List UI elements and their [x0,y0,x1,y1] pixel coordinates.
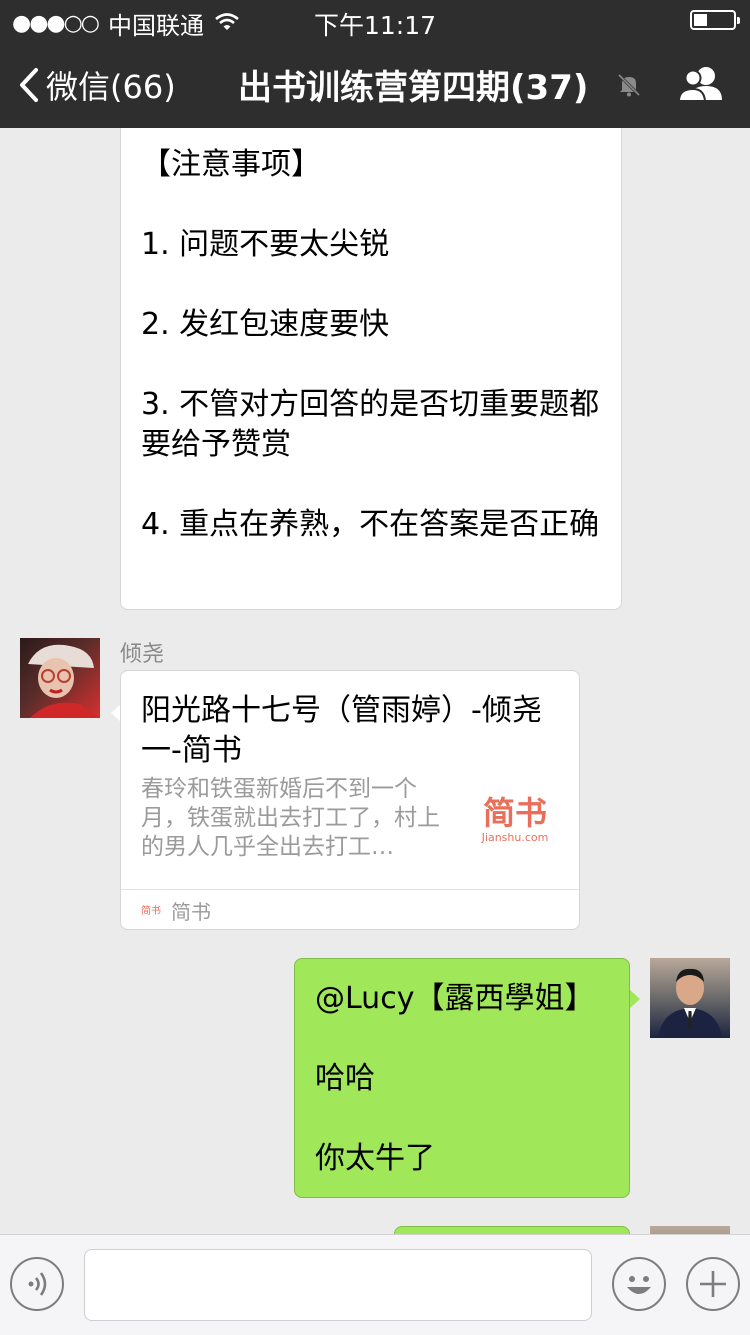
reply-message[interactable]: @Lucy【露西學姐】 哈哈 你太牛了 [294,958,630,1198]
notice-line: 2. 发红包速度要快 [141,307,390,342]
card-footer: 简书 简书 [121,889,579,930]
card-title: 阳光路十七号（管雨婷）-倾尧一-简书 [141,693,542,768]
top-bar: ●●●○○ 中国联通 下午11:17 微信(66) 出书训练营第四期(37) [0,0,750,128]
voice-button[interactable] [10,1257,64,1311]
chevron-left-icon [20,68,38,102]
reply-line: @Lucy【露西學姐】 [315,981,595,1016]
emoji-button[interactable] [612,1257,666,1311]
message-input[interactable] [84,1249,592,1321]
card-source: 简书 [171,900,211,924]
link-card[interactable]: 阳光路十七号（管雨婷）-倾尧一-简书 春玲和铁蛋新婚后不到一个月，铁蛋就出去打工… [120,670,580,930]
partial-message[interactable] [394,1226,630,1234]
bubble-tail [630,990,640,1008]
voice-icon [28,1272,47,1296]
back-button[interactable]: 微信(66) [18,62,176,108]
battery-fill [694,14,707,26]
notice-message[interactable]: 【注意事项】 1. 问题不要太尖锐 2. 发红包速度要快 3. 不管对方回答的是… [120,128,622,610]
avatar[interactable] [650,1226,730,1234]
chat-area[interactable]: 【注意事项】 1. 问题不要太尖锐 2. 发红包速度要快 3. 不管对方回答的是… [0,128,750,1234]
jianshu-logo: 简书 Jianshu.com [475,795,555,845]
input-bar [0,1234,750,1335]
chat-title: 出书训练营第四期(37) [238,68,589,108]
nav-bar: 微信(66) 出书训练营第四期(37) [0,40,750,128]
avatar[interactable] [650,958,730,1038]
notice-line: 3. 不管对方回答的是否切重要题都要给予赞赏 [141,387,600,462]
notice-line: 4. 重点在养熟，不在答案是否正确 [141,507,600,542]
reply-line: 哈哈 [315,1061,375,1096]
sender-name: 倾尧 [120,642,165,667]
avatar[interactable] [20,638,100,718]
notice-line: 1. 问题不要太尖锐 [141,227,390,262]
plus-icon [700,1271,726,1297]
battery-icon [690,10,740,30]
status-bar: ●●●○○ 中国联通 下午11:17 [0,0,750,40]
logo-main-text: 简书 [482,794,547,832]
emoji-icon [627,1276,651,1294]
back-label: 微信(66) [46,68,176,106]
group-members-icon[interactable] [676,64,726,108]
jianshu-small-icon: 简书 [141,906,161,917]
reply-line: 你太牛了 [315,1141,435,1176]
mute-bell-icon [616,72,642,102]
more-button[interactable] [686,1257,740,1311]
card-description: 春玲和铁蛋新婚后不到一个月，铁蛋就出去打工了，村上的男人几乎全出去打工… [141,776,440,860]
status-time: 下午11:17 [313,11,437,40]
notice-line: 【注意事项】 [141,147,321,182]
logo-sub-text: Jianshu.com [481,831,549,844]
